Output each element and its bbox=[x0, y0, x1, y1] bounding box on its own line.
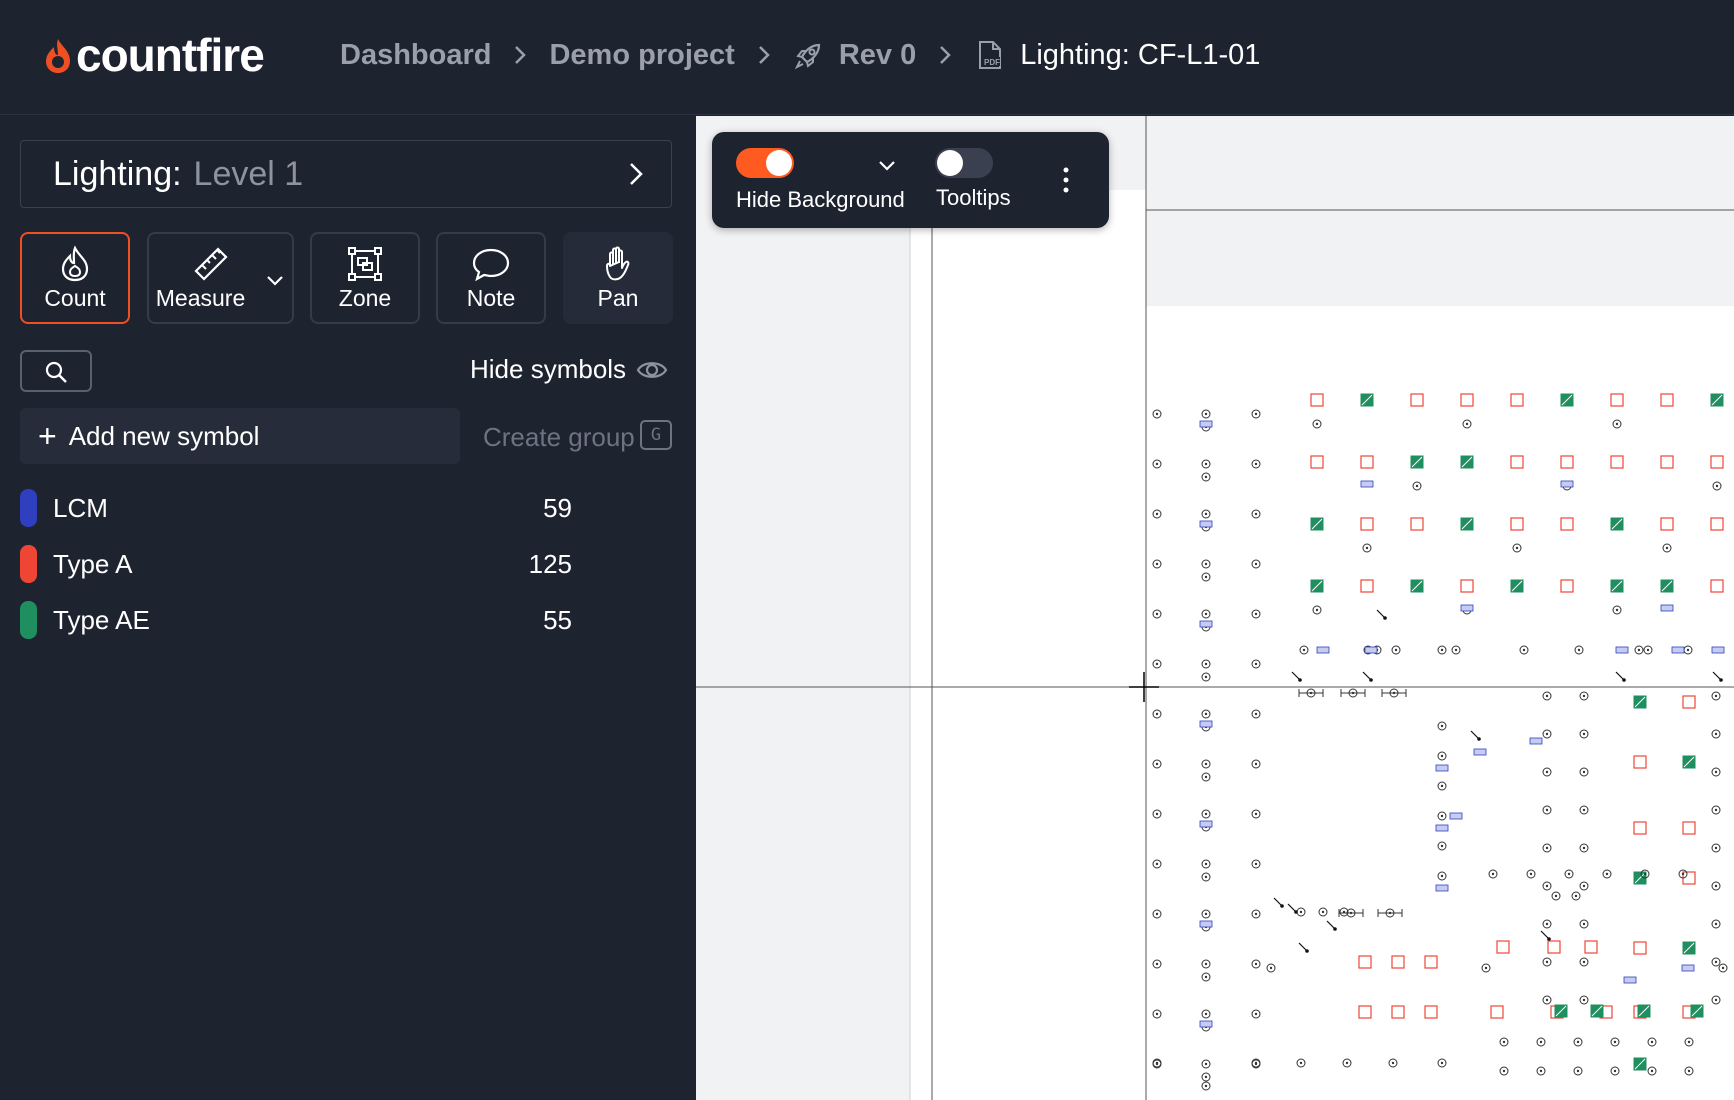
hand-icon bbox=[606, 246, 630, 281]
drawing-canvas[interactable] bbox=[696, 116, 1734, 1100]
hide-background-toggle[interactable] bbox=[736, 148, 794, 178]
sidebar: Lighting: Level 1 Count Measure Zone Not… bbox=[0, 116, 696, 1100]
breadcrumb-project[interactable]: Demo project bbox=[549, 39, 734, 72]
create-group-button[interactable]: Create group bbox=[483, 422, 635, 453]
hide-symbols-toggle[interactable]: Hide symbols bbox=[470, 354, 626, 385]
pan-tool-label: Pan bbox=[597, 285, 639, 311]
symbol-row-type-ae[interactable]: Type AE 55 bbox=[20, 600, 580, 640]
add-new-symbol-button[interactable]: + Add new symbol bbox=[20, 408, 460, 464]
symbol-count: 125 bbox=[528, 548, 572, 579]
note-tool-label: Note bbox=[466, 285, 516, 311]
search-icon bbox=[45, 361, 67, 383]
level-selector-value: Level 1 bbox=[193, 154, 304, 193]
countfire-logo[interactable]: countfire bbox=[42, 28, 265, 82]
symbol-name: Type AE bbox=[53, 604, 150, 635]
chevron-right-icon bbox=[758, 46, 770, 64]
brand-name: countfire bbox=[76, 29, 265, 81]
flame-icon bbox=[46, 39, 70, 73]
level-selector-label: Lighting: bbox=[53, 154, 182, 193]
count-tool-button[interactable]: Count bbox=[20, 232, 130, 324]
top-bar: countfire Dashboard Demo project Rev 0 P… bbox=[0, 0, 1734, 115]
breadcrumb-dashboard[interactable]: Dashboard bbox=[340, 39, 491, 72]
chevron-right-icon bbox=[515, 46, 527, 64]
count-tool-label: Count bbox=[44, 285, 106, 311]
eye-icon[interactable] bbox=[636, 356, 668, 384]
symbol-color-swatch bbox=[20, 545, 37, 583]
symbol-color-swatch bbox=[20, 489, 37, 527]
measure-tool-label: Measure bbox=[155, 285, 246, 311]
tooltips-toggle[interactable] bbox=[935, 148, 993, 178]
chevron-right-icon bbox=[630, 163, 643, 185]
plus-icon: + bbox=[38, 418, 57, 454]
pan-tool-button[interactable]: Pan bbox=[563, 232, 673, 324]
rocket-icon bbox=[794, 43, 820, 70]
zone-tool-label: Zone bbox=[338, 285, 392, 311]
chevron-down-icon[interactable] bbox=[876, 155, 898, 177]
pdf-file-icon: PDF bbox=[979, 41, 1002, 69]
toggle-knob bbox=[766, 150, 792, 176]
symbol-name: LCM bbox=[53, 492, 108, 523]
speech-bubble-icon bbox=[472, 248, 510, 282]
create-group-shortcut: G bbox=[640, 420, 672, 450]
measure-tool-button[interactable]: Measure bbox=[147, 232, 294, 324]
level-selector[interactable]: Lighting: Level 1 bbox=[20, 140, 672, 208]
floating-toolbar: Hide Background Tooltips bbox=[712, 132, 1109, 228]
breadcrumb-drawing: Lighting: CF-L1-01 bbox=[1020, 38, 1261, 71]
symbol-name: Type A bbox=[53, 548, 133, 579]
breadcrumb: Dashboard Demo project Rev 0 PDF Lightin… bbox=[340, 34, 1260, 76]
breadcrumb-revision[interactable]: Rev 0 bbox=[839, 39, 916, 72]
toggle-knob bbox=[937, 150, 963, 176]
symbol-count: 59 bbox=[543, 492, 572, 523]
symbol-row-lcm[interactable]: LCM 59 bbox=[20, 488, 580, 528]
search-button[interactable] bbox=[20, 350, 92, 392]
note-tool-button[interactable]: Note bbox=[436, 232, 546, 324]
symbol-color-swatch bbox=[20, 601, 37, 639]
zone-icon bbox=[348, 247, 382, 281]
svg-text:PDF: PDF bbox=[984, 58, 1000, 67]
chevron-down-icon[interactable] bbox=[265, 270, 285, 290]
more-options-icon[interactable] bbox=[1062, 166, 1070, 194]
hide-background-label: Hide Background bbox=[736, 187, 905, 212]
add-new-symbol-label: Add new symbol bbox=[68, 420, 260, 451]
symbol-count: 55 bbox=[543, 604, 572, 635]
ruler-icon bbox=[194, 247, 228, 281]
tooltips-label: Tooltips bbox=[936, 185, 1011, 210]
symbol-row-type-a[interactable]: Type A 125 bbox=[20, 544, 580, 584]
chevron-right-icon bbox=[940, 46, 951, 64]
zone-tool-button[interactable]: Zone bbox=[310, 232, 420, 324]
floor-plan[interactable] bbox=[696, 116, 1734, 1100]
flame-icon bbox=[61, 245, 89, 282]
